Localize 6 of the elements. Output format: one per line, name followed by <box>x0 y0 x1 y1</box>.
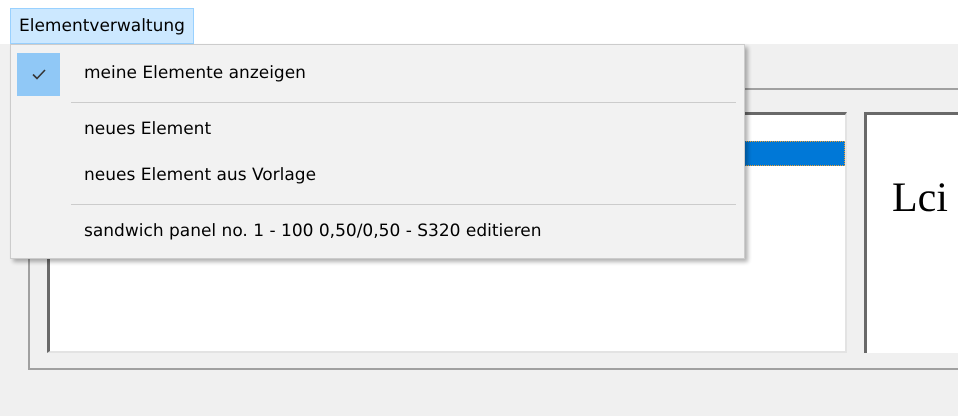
menu-entry[interactable]: neues Element aus Vorlage <box>84 163 316 189</box>
menu-entry[interactable]: meine Elemente anzeigen <box>84 61 306 87</box>
menu-entry[interactable]: sandwich panel no. 1 - 100 0,50/0,50 - S320 editieren <box>84 219 542 245</box>
menu-entry[interactable]: neues Element <box>84 117 212 143</box>
menu-item[interactable]: Elementverwaltung <box>10 8 194 44</box>
preview-text: Lci <box>892 175 948 221</box>
